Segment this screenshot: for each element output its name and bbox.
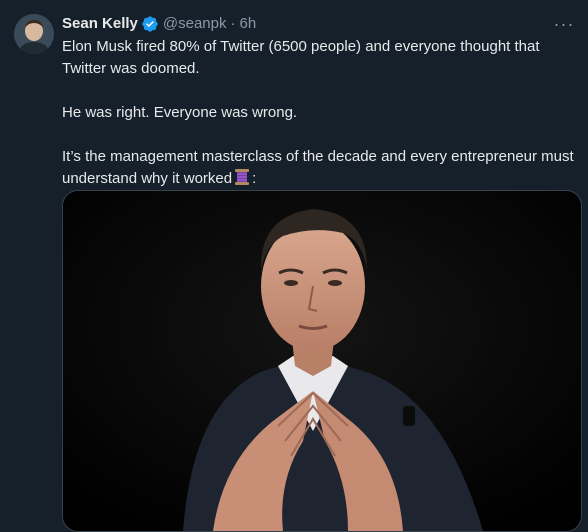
tweet[interactable]: Sean Kelly @seanpk · 6h Elon Musk fired …	[0, 0, 588, 532]
tweet-trailing-colon: :	[252, 170, 257, 187]
avatar-photo	[14, 14, 54, 54]
tweet-paragraph-1: Elon Musk fired 80% of Twitter (6500 peo…	[62, 38, 540, 77]
thread-spool-icon	[234, 168, 250, 186]
header-separator: ·	[230, 15, 236, 32]
tweet-paragraph-3-text: It’s the management masterclass of the d…	[62, 148, 574, 187]
author-handle[interactable]: @seanpk	[163, 14, 227, 34]
tweet-media-photo[interactable]	[62, 190, 582, 532]
tweet-paragraph-3: It’s the management masterclass of the d…	[62, 146, 582, 190]
tweet-paragraph-2: He was right. Everyone was wrong.	[62, 104, 298, 121]
more-options-button[interactable]: ···	[550, 12, 578, 36]
avatar[interactable]	[14, 14, 54, 54]
author-name[interactable]: Sean Kelly	[62, 14, 138, 34]
tweet-content: Sean Kelly @seanpk · 6h Elon Musk fired …	[62, 14, 582, 190]
verified-badge-icon	[141, 15, 159, 33]
tweet-header: Sean Kelly @seanpk · 6h	[62, 14, 582, 34]
tweet-timestamp[interactable]: 6h	[239, 14, 256, 34]
media-photo-illustration	[63, 191, 581, 531]
tweet-text: Elon Musk fired 80% of Twitter (6500 peo…	[62, 36, 582, 190]
